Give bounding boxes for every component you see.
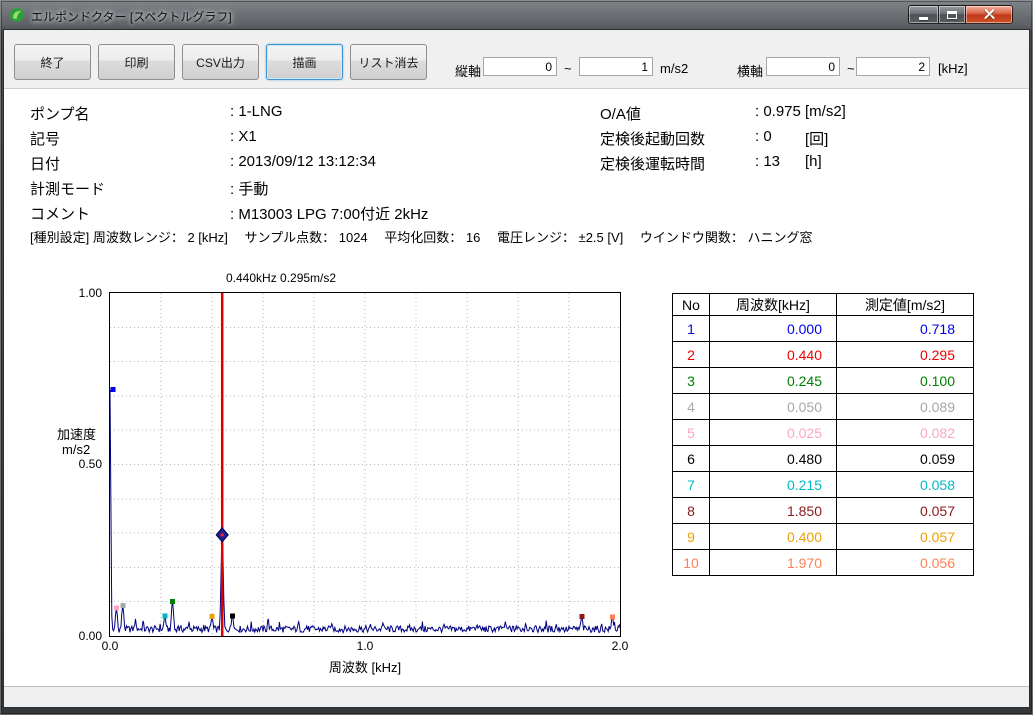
date-value: : 2013/09/12 13:12:34 — [230, 153, 376, 170]
y-axis-title-line2: m/s2 — [62, 442, 90, 457]
titlebar[interactable]: エルポンドクター [スペクトルグラフ] — [0, 0, 1033, 30]
spectrum-plot-svg — [110, 293, 620, 636]
peak-table-header-row: No 周波数[kHz] 測定値[m/s2] — [673, 294, 974, 316]
minimize-icon — [919, 17, 928, 20]
table-row[interactable]: 90.4000.057 — [673, 524, 974, 550]
startup-count-value: : 0 — [755, 128, 772, 145]
draw-button[interactable]: 描画 — [266, 44, 343, 80]
date-label: 日付 — [30, 153, 60, 174]
xtick-middle: 1.0 — [345, 639, 385, 653]
xtick-right: 2.0 — [600, 639, 640, 653]
horizontal-axis-label: 横軸 — [737, 61, 763, 80]
close-icon — [983, 8, 996, 21]
print-button[interactable]: 印刷 — [98, 44, 175, 80]
symbol-value: : X1 — [230, 128, 257, 145]
csv-export-button[interactable]: CSV出力 — [182, 44, 259, 80]
window-controls — [908, 5, 1013, 24]
run-hours-value: : 13 — [755, 153, 780, 170]
oa-value-unit: [m/s2] — [805, 103, 846, 120]
window-frame: エルポンドクター [スペクトルグラフ] 終了 印刷 CSV出力 描画 リスト消去… — [0, 0, 1033, 715]
peak-table: No 周波数[kHz] 測定値[m/s2] 10.0000.71820.4400… — [672, 293, 974, 576]
table-row[interactable]: 101.9700.056 — [673, 550, 974, 576]
haxis-max-input[interactable] — [856, 57, 930, 76]
maximize-button[interactable] — [938, 5, 966, 24]
measurement-settings-line: [種別設定] 周波数レンジ： 2 [kHz] サンプル点数： 1024 平均化回… — [30, 227, 813, 246]
client-area: 終了 印刷 CSV出力 描画 リスト消去 縦軸 ~ m/s2 横軸 ~ [kHz… — [4, 30, 1029, 707]
comment-value: : M13003 LPG 7:00付近 2kHz — [230, 203, 428, 224]
haxis-min-input[interactable] — [766, 57, 840, 76]
ytick-middle: 0.50 — [54, 457, 102, 471]
table-row[interactable]: 20.4400.295 — [673, 342, 974, 368]
startup-count-unit: [回] — [805, 128, 828, 149]
cursor-readout: 0.440kHz 0.295m/s2 — [226, 271, 336, 285]
table-row[interactable]: 50.0250.082 — [673, 420, 974, 446]
close-button[interactable] — [966, 5, 1013, 24]
window-title: エルポンドクター [スペクトルグラフ] — [31, 8, 232, 25]
header-frequency: 周波数[kHz] — [710, 294, 837, 316]
header-no: No — [673, 294, 710, 316]
vertical-axis-label: 縦軸 — [455, 61, 481, 80]
exit-button[interactable]: 終了 — [14, 44, 91, 80]
pump-name-label: ポンプ名 — [30, 103, 90, 124]
minimize-button[interactable] — [908, 5, 938, 24]
app-icon — [9, 7, 25, 23]
oa-value: : 0.975 — [755, 103, 801, 120]
pump-name-value: : 1-LNG — [230, 103, 283, 120]
xtick-left: 0.0 — [90, 639, 130, 653]
comment-label: コメント — [30, 203, 90, 224]
table-row[interactable]: 30.2450.100 — [673, 368, 974, 394]
header-value: 測定値[m/s2] — [837, 294, 974, 316]
table-row[interactable]: 60.4800.059 — [673, 446, 974, 472]
x-axis-title: 周波数 [kHz] — [285, 657, 445, 676]
vaxis-tilde: ~ — [564, 61, 572, 76]
table-row[interactable]: 70.2150.058 — [673, 472, 974, 498]
haxis-unit-label: [kHz] — [938, 61, 968, 76]
table-row[interactable]: 81.8500.057 — [673, 498, 974, 524]
haxis-tilde: ~ — [847, 61, 855, 76]
table-row[interactable]: 10.0000.718 — [673, 316, 974, 342]
measure-mode-label: 計測モード — [30, 178, 105, 199]
vaxis-unit-label: m/s2 — [660, 61, 688, 76]
content-panel: ポンプ名 : 1-LNG 記号 : X1 日付 : 2013/09/12 13:… — [4, 88, 1029, 686]
spectrum-plot[interactable] — [109, 292, 621, 637]
startup-count-label: 定検後起動回数 — [600, 128, 705, 149]
y-axis-title-line1: 加速度 — [57, 424, 96, 443]
maximize-icon — [947, 11, 957, 19]
symbol-label: 記号 — [30, 128, 60, 149]
oa-value-label: O/A値 — [600, 103, 641, 124]
status-bar — [4, 686, 1029, 707]
measure-mode-value: : 手動 — [230, 178, 268, 199]
clear-list-button[interactable]: リスト消去 — [350, 44, 427, 80]
vaxis-max-input[interactable] — [579, 57, 653, 76]
vaxis-min-input[interactable] — [483, 57, 557, 76]
run-hours-label: 定検後運転時間 — [600, 153, 705, 174]
table-row[interactable]: 40.0500.089 — [673, 394, 974, 420]
run-hours-unit: [h] — [805, 153, 822, 170]
ytick-top: 1.00 — [54, 286, 102, 300]
